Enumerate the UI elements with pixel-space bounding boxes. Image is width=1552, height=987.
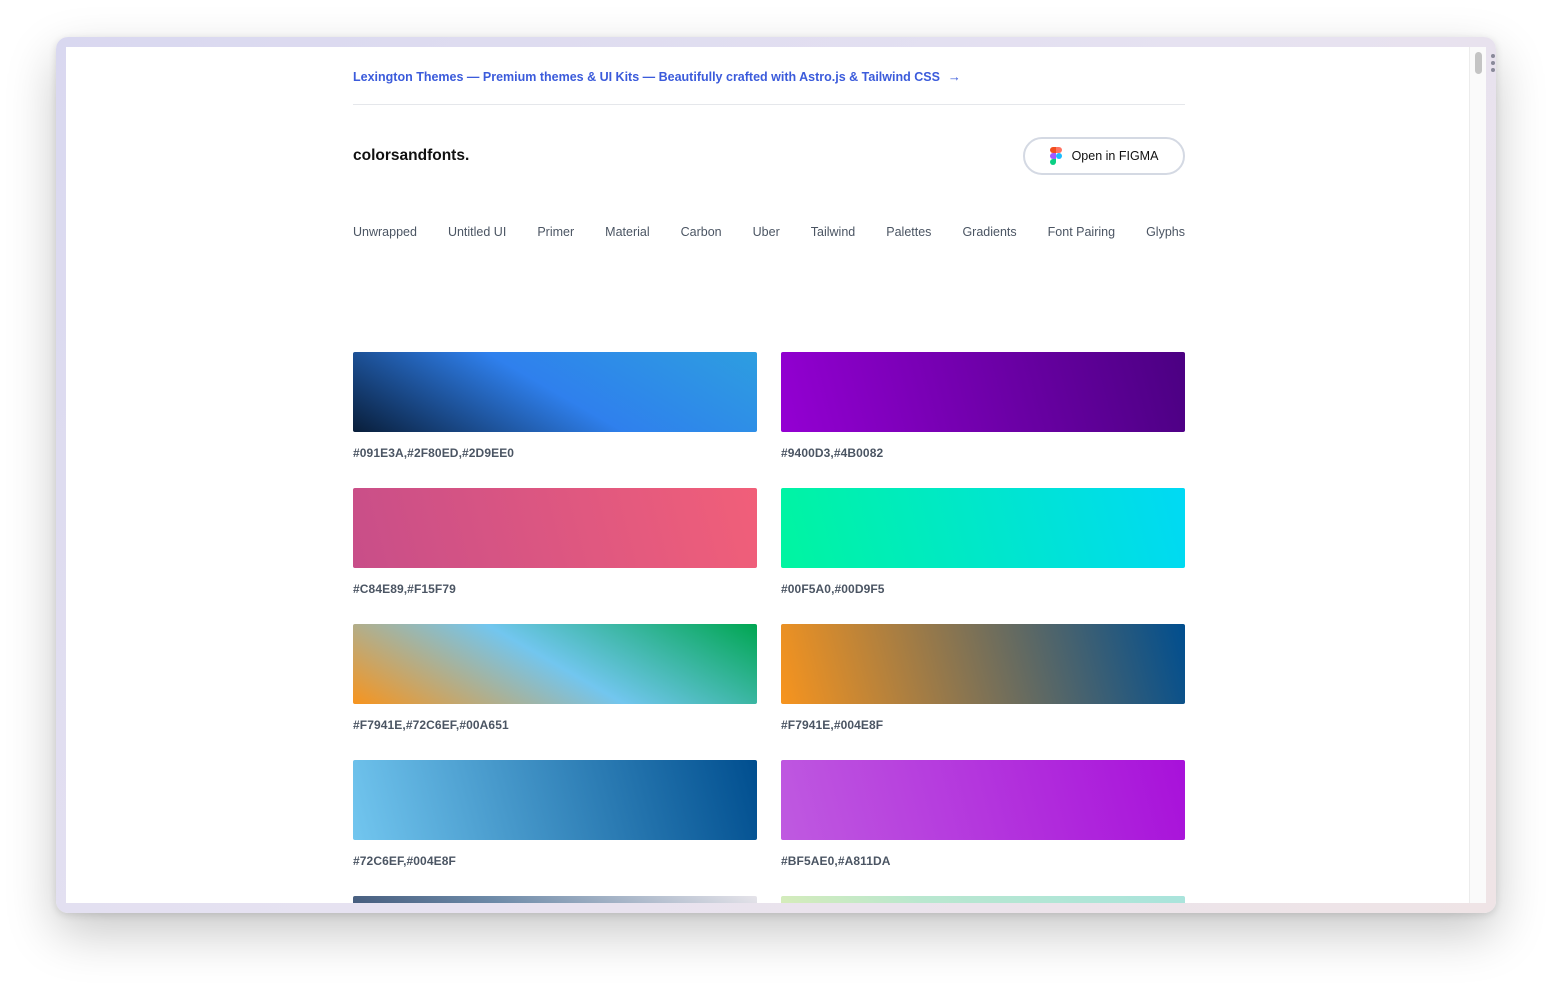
gradient-code[interactable]: #9400D3,#4B0082 [781,446,1185,460]
gradient-card[interactable]: #091E3A,#2F80ED,#2D9EE0 [353,352,757,460]
gradient-code[interactable]: #00F5A0,#00D9F5 [781,582,1185,596]
main-nav: Unwrapped Untitled UI Primer Material Ca… [353,225,1185,239]
nav-item-tailwind[interactable]: Tailwind [811,225,855,239]
gradient-swatch[interactable] [781,624,1185,704]
vertical-scrollbar[interactable] [1469,47,1486,903]
nav-item-gradients[interactable]: Gradients [962,225,1016,239]
figma-button-label: Open in FIGMA [1071,149,1159,163]
gradient-card[interactable]: #F7941E,#004E8F [781,624,1185,732]
gradient-swatch[interactable] [781,760,1185,840]
gradient-swatch[interactable] [353,488,757,568]
nav-item-material[interactable]: Material [605,225,649,239]
nav-item-uber[interactable]: Uber [753,225,780,239]
gradient-code[interactable]: #091E3A,#2F80ED,#2D9EE0 [353,446,757,460]
gradient-code[interactable]: #BF5AE0,#A811DA [781,854,1185,868]
gradient-swatch[interactable] [781,896,1185,903]
arrow-right-icon: → [947,69,961,84]
gradient-swatch[interactable] [781,488,1185,568]
figma-icon [1049,147,1062,165]
gradient-card[interactable] [353,896,757,903]
gradient-card[interactable]: #C84E89,#F15F79 [353,488,757,596]
nav-item-palettes[interactable]: Palettes [886,225,931,239]
gradient-swatch[interactable] [353,624,757,704]
gradient-code[interactable]: #72C6EF,#004E8F [353,854,757,868]
gradient-swatch[interactable] [781,352,1185,432]
gradient-card[interactable] [781,896,1185,903]
gradient-card[interactable]: #00F5A0,#00D9F5 [781,488,1185,596]
nav-item-unwrapped[interactable]: Unwrapped [353,225,417,239]
gradient-swatch[interactable] [353,352,757,432]
gradient-code[interactable]: #C84E89,#F15F79 [353,582,757,596]
nav-item-primer[interactable]: Primer [537,225,574,239]
gradient-card[interactable]: #9400D3,#4B0082 [781,352,1185,460]
gradient-swatch[interactable] [353,760,757,840]
gradient-card[interactable]: #BF5AE0,#A811DA [781,760,1185,868]
site-logo[interactable]: colorsandfonts. [353,147,469,165]
promo-link[interactable]: Lexington Themes — Premium themes & UI K… [353,69,961,84]
nav-item-glyphs[interactable]: Glyphs [1146,225,1185,239]
more-options-icon[interactable] [1491,54,1495,72]
nav-item-font-pairing[interactable]: Font Pairing [1048,225,1115,239]
gradient-swatch[interactable] [353,896,757,903]
gradient-code[interactable]: #F7941E,#72C6EF,#00A651 [353,718,757,732]
nav-item-carbon[interactable]: Carbon [681,225,722,239]
gradient-card[interactable]: #F7941E,#72C6EF,#00A651 [353,624,757,732]
gradient-code[interactable]: #F7941E,#004E8F [781,718,1185,732]
promo-text: Lexington Themes — Premium themes & UI K… [353,69,940,84]
scrollbar-thumb[interactable] [1475,52,1482,74]
nav-item-untitled-ui[interactable]: Untitled UI [448,225,506,239]
browser-window: Lexington Themes — Premium themes & UI K… [56,37,1496,913]
page-viewport: Lexington Themes — Premium themes & UI K… [66,47,1486,903]
header-divider [353,104,1185,105]
open-in-figma-button[interactable]: Open in FIGMA [1023,137,1185,175]
gradient-card[interactable]: #72C6EF,#004E8F [353,760,757,868]
